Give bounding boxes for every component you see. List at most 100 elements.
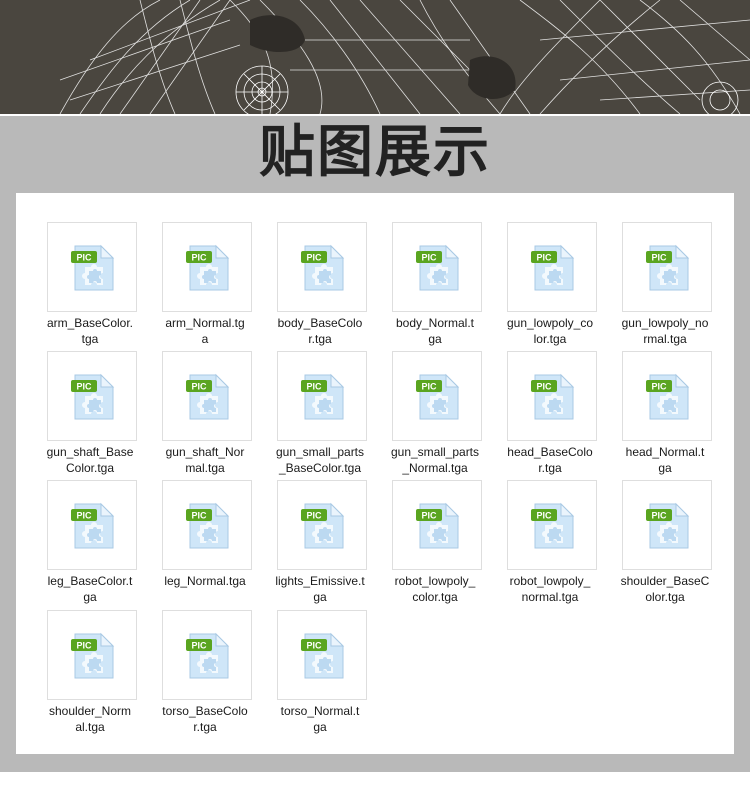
pic-badge-text: PIC [191, 382, 207, 392]
pic-badge-text: PIC [191, 511, 207, 521]
file-name-line-1: head_BaseColo [507, 445, 593, 459]
file-name-line-1: body_BaseColo [277, 316, 363, 330]
file-name: leg_Normal.tga [152, 573, 258, 589]
file-name: robot_lowpoly_ normal.tga [497, 573, 603, 605]
file-thumbnail[interactable]: PIC [47, 351, 137, 441]
file-thumbnail[interactable]: PIC [162, 222, 252, 312]
file-thumbnail[interactable]: PIC [162, 480, 252, 570]
file-thumbnail[interactable]: PIC [507, 480, 597, 570]
section-title: 贴图展示 [259, 120, 491, 185]
file-name-line-2: color.tga [412, 590, 458, 604]
file-name: body_Normal.tga [382, 315, 488, 347]
file-name-line-2: a [201, 332, 209, 346]
file-thumbnail[interactable]: PIC [47, 610, 137, 700]
file-name-line-1: body_Normal.t [395, 316, 475, 330]
wireframe-render-image [0, 0, 750, 114]
file-thumbnail[interactable]: PIC [622, 480, 712, 570]
pic-file-icon: PIC [646, 244, 690, 291]
file-name: torso_Normal.t ga [267, 703, 373, 735]
file-name: head_BaseColo r.tga [497, 444, 603, 476]
file-name-line-1: arm_Normal.tg [165, 316, 245, 330]
pic-file-icon: PIC [646, 373, 690, 420]
file-grid: PIC arm_BaseColor. tga PIC arm_Normal.tga PIC… [16, 193, 734, 754]
file-name-line-1: leg_Normal.tga [164, 574, 246, 588]
file-name-line-2: ga [313, 590, 327, 604]
file-name-line-2: _BaseColor.tga [278, 461, 362, 475]
file-name-line-1: gun_lowpoly_co [506, 316, 594, 330]
pic-badge-text: PIC [536, 253, 552, 263]
file-name-line-2: r.tga [193, 720, 217, 734]
file-thumbnail[interactable]: PIC [47, 480, 137, 570]
file-name-line-1: arm_BaseColor. [46, 316, 134, 330]
file-name-line-1: robot_lowpoly_ [509, 574, 591, 588]
pic-file-icon: PIC [71, 373, 115, 420]
pic-file-icon: PIC [186, 632, 230, 679]
file-thumbnail[interactable]: PIC [162, 351, 252, 441]
file-name: gun_small_parts _BaseColor.tga [267, 444, 373, 476]
pic-badge-text: PIC [191, 641, 207, 651]
file-name-line-1: shoulder_Norm [48, 704, 132, 718]
pic-file-icon: PIC [531, 502, 575, 549]
file-name: arm_BaseColor. tga [37, 315, 143, 347]
pic-badge-text: PIC [306, 382, 322, 392]
file-name-line-2: r.tga [308, 332, 332, 346]
pic-badge-text: PIC [76, 382, 92, 392]
file-thumbnail[interactable]: PIC [277, 222, 367, 312]
file-name: arm_Normal.tga [152, 315, 258, 347]
file-name: gun_small_parts _Normal.tga [382, 444, 488, 476]
file-thumbnail[interactable]: PIC [622, 222, 712, 312]
pic-file-icon: PIC [71, 502, 115, 549]
file-thumbnail[interactable]: PIC [507, 222, 597, 312]
pic-badge-text: PIC [191, 253, 207, 263]
file-name-line-2: ga [658, 461, 672, 475]
pic-file-icon: PIC [71, 632, 115, 679]
file-thumbnail[interactable]: PIC [507, 351, 597, 441]
pic-badge-text: PIC [651, 253, 667, 263]
file-thumbnail[interactable]: PIC [47, 222, 137, 312]
file-name: body_BaseColo r.tga [267, 315, 373, 347]
file-name: torso_BaseColo r.tga [152, 703, 258, 735]
pic-file-icon: PIC [301, 632, 345, 679]
file-name: head_Normal.tga [612, 444, 718, 476]
file-name-line-1: torso_Normal.t [280, 704, 360, 718]
file-thumbnail[interactable]: PIC [392, 351, 482, 441]
pic-file-icon: PIC [531, 244, 575, 291]
file-name-line-2: ga [428, 332, 442, 346]
file-name-line-1: gun_lowpoly_no [621, 316, 709, 330]
pic-file-icon: PIC [186, 502, 230, 549]
pic-badge-text: PIC [651, 511, 667, 521]
pic-badge-text: PIC [306, 511, 322, 521]
file-name: robot_lowpoly_ color.tga [382, 573, 488, 605]
file-name-line-1: leg_BaseColor.t [47, 574, 133, 588]
pic-badge-text: PIC [421, 382, 437, 392]
file-name-line-1: torso_BaseColo [162, 704, 248, 718]
file-thumbnail[interactable]: PIC [277, 351, 367, 441]
file-name-line-2: mal.tga [185, 461, 225, 475]
file-name-line-1: robot_lowpoly_ [394, 574, 476, 588]
pic-file-icon: PIC [416, 502, 460, 549]
file-thumbnail[interactable]: PIC [622, 351, 712, 441]
pic-file-icon: PIC [646, 502, 690, 549]
file-name-line-2: _Normal.tga [402, 461, 468, 475]
file-thumbnail[interactable]: PIC [392, 222, 482, 312]
file-name-line-2: rmal.tga [643, 332, 687, 346]
pic-badge-text: PIC [306, 253, 322, 263]
file-name: leg_BaseColor.tga [37, 573, 143, 605]
pic-file-icon: PIC [186, 373, 230, 420]
pic-file-icon: PIC [71, 244, 115, 291]
pic-badge-text: PIC [421, 511, 437, 521]
file-name: gun_shaft_Nor mal.tga [152, 444, 258, 476]
pic-file-icon: PIC [416, 244, 460, 291]
file-thumbnail[interactable]: PIC [162, 610, 252, 700]
pic-badge-text: PIC [536, 511, 552, 521]
file-name-line-1: head_Normal.t [625, 445, 705, 459]
file-thumbnail[interactable]: PIC [392, 480, 482, 570]
file-name-line-2: Color.tga [65, 461, 115, 475]
file-name: gun_lowpoly_co lor.tga [497, 315, 603, 347]
pic-badge-text: PIC [651, 382, 667, 392]
file-name-line-2: ga [83, 590, 97, 604]
pic-badge-text: PIC [306, 641, 322, 651]
file-thumbnail[interactable]: PIC [277, 480, 367, 570]
file-name-line-1: gun_small_parts [275, 445, 365, 459]
file-thumbnail[interactable]: PIC [277, 610, 367, 700]
